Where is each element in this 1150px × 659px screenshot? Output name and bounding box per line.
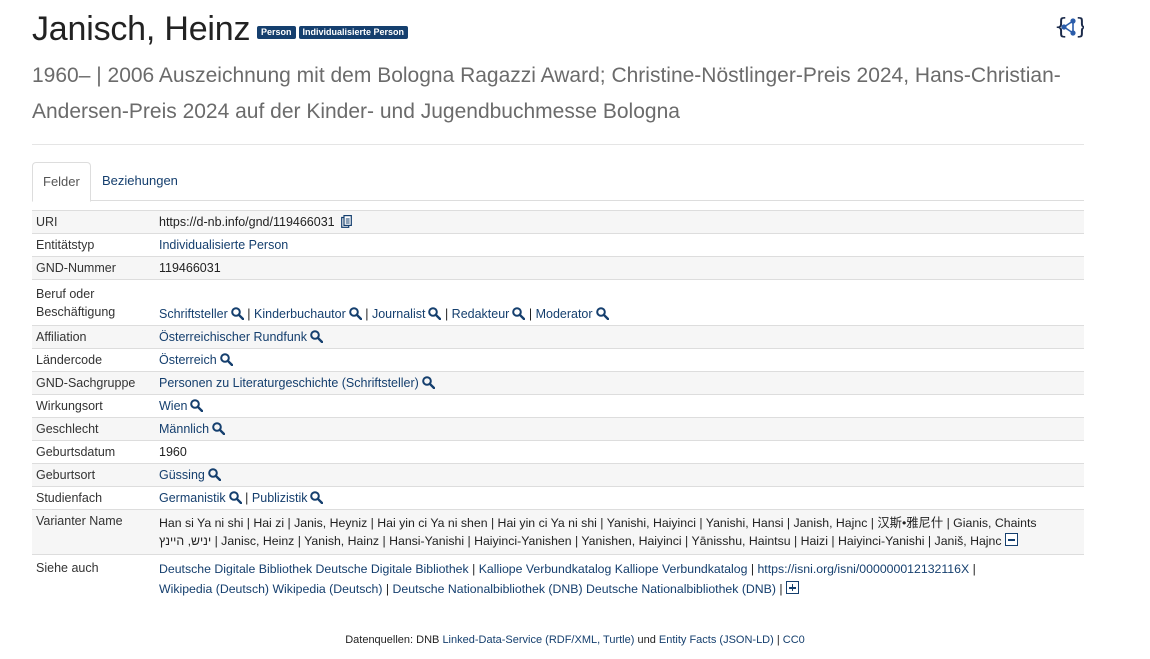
- link-ddb-label[interactable]: Deutsche Digitale Bibliothek: [159, 562, 312, 576]
- gnd-number-value: 119466031: [155, 256, 1084, 280]
- table-row: Beruf oder Beschäftigung Schriftsteller |…: [32, 279, 1084, 326]
- field-label: Siehe auch: [32, 554, 155, 603]
- page-title: Janisch, Heinz: [32, 10, 251, 48]
- geburtsdatum-value: 1960: [155, 440, 1084, 464]
- field-label: Wirkungsort: [32, 394, 155, 418]
- field-label: Beruf oder Beschäftigung: [32, 279, 155, 326]
- beruf-link-kinderbuchautor[interactable]: Kinderbuchautor: [254, 307, 346, 321]
- link-kalliope[interactable]: Kalliope Verbundkatalog: [615, 562, 748, 576]
- footer: Datenquellen: DNB Linked-Data-Service (R…: [345, 634, 805, 646]
- search-icon[interactable]: [230, 307, 244, 320]
- badge-group: Person Individualisierte Person: [257, 26, 409, 39]
- search-icon[interactable]: [428, 307, 442, 320]
- search-icon[interactable]: [228, 491, 242, 504]
- entity-type-link[interactable]: Individualisierte Person: [159, 238, 288, 252]
- field-label: Geburtsort: [32, 463, 155, 487]
- field-label: Studienfach: [32, 486, 155, 510]
- copy-icon[interactable]: [341, 215, 352, 228]
- country-link[interactable]: Österreich: [159, 353, 217, 367]
- footer-link-lds[interactable]: Linked-Data-Service: [442, 634, 542, 646]
- variant-names-line-2: יניש, היינץ | Janisc, Heinz | Yanish, Ha…: [159, 534, 1002, 548]
- link-wikipedia[interactable]: Wikipedia (Deutsch): [272, 582, 382, 596]
- search-icon[interactable]: [422, 376, 435, 389]
- field-label: Geschlecht: [32, 417, 155, 441]
- table-row: GND-Sachgruppe Personen zu Literaturgesc…: [32, 371, 1084, 395]
- field-label: Varianter Name: [32, 509, 155, 555]
- table-row: Affiliation Österreichischer Rundfunk: [32, 325, 1084, 349]
- tab-bar: Felder Beziehungen: [32, 162, 1084, 202]
- search-icon[interactable]: [190, 399, 204, 412]
- beruf-link-moderator[interactable]: Moderator: [536, 307, 593, 321]
- beruf-link-schriftsteller[interactable]: Schriftsteller: [159, 307, 228, 321]
- table-row: Entitätstyp Individualisierte Person: [32, 233, 1084, 257]
- tab-felder[interactable]: Felder: [32, 162, 91, 202]
- beruf-link-redakteur[interactable]: Redakteur: [452, 307, 510, 321]
- affiliation-link[interactable]: Österreichischer Rundfunk: [159, 330, 307, 344]
- wirkungsort-link[interactable]: Wien: [159, 399, 187, 413]
- geschlecht-link[interactable]: Männlich: [159, 422, 209, 436]
- field-label: Affiliation: [32, 325, 155, 349]
- table-row: Varianter Name Han si Ya ni shi | Hai zi…: [32, 509, 1084, 555]
- link-dnb-label[interactable]: Deutsche Nationalbibliothek (DNB): [393, 582, 583, 596]
- table-row: Geburtsort Güssing: [32, 463, 1084, 487]
- search-icon[interactable]: [595, 307, 609, 320]
- divider: [32, 144, 1084, 145]
- badge-person: Person: [257, 26, 296, 39]
- search-icon[interactable]: [348, 307, 362, 320]
- table-row: Geburtsdatum 1960: [32, 440, 1084, 464]
- page-subtitle: 1960– | 2006 Auszeichnung mit dem Bologn…: [32, 64, 1061, 123]
- field-value: https://d-nb.info/gnd/119466031: [155, 210, 1084, 234]
- table-row: Studienfach Germanistik | Publizistik: [32, 486, 1084, 510]
- field-label: Geburtsdatum: [32, 440, 155, 464]
- geburtsort-link[interactable]: Güssing: [159, 468, 205, 482]
- uri-value: https://d-nb.info/gnd/119466031: [159, 215, 335, 229]
- footer-link-cc0[interactable]: CC0: [783, 634, 805, 646]
- variant-names-line-1: Han si Ya ni shi | Hai zi | Janis, Heyni…: [159, 516, 1037, 530]
- search-icon[interactable]: [208, 468, 221, 481]
- beruf-link-journalist[interactable]: Journalist: [372, 307, 426, 321]
- search-icon[interactable]: [310, 330, 323, 343]
- search-icon[interactable]: [512, 307, 526, 320]
- footer-link-jsonld[interactable]: (JSON-LD): [719, 634, 773, 646]
- tab-beziehungen[interactable]: Beziehungen: [92, 162, 188, 200]
- field-label: Entitätstyp: [32, 233, 155, 257]
- field-label: Ländercode: [32, 348, 155, 372]
- link-isni[interactable]: https://isni.org/isni/000000012132116X: [757, 562, 969, 576]
- table-row: GND-Nummer 119466031: [32, 256, 1084, 280]
- link-ddb[interactable]: Deutsche Digitale Bibliothek: [316, 562, 469, 576]
- footer-link-rdf[interactable]: (RDF/XML,: [545, 634, 600, 646]
- footer-link-entity-facts[interactable]: Entity Facts: [659, 634, 716, 646]
- link-dnb[interactable]: Deutsche Nationalbibliothek (DNB): [586, 582, 776, 596]
- json-ld-graph-icon[interactable]: { }: [1054, 12, 1084, 42]
- fields-table: URI https://d-nb.info/gnd/119466031 Enti…: [32, 210, 1084, 603]
- table-row: Wirkungsort Wien: [32, 394, 1084, 418]
- table-row: URI https://d-nb.info/gnd/119466031: [32, 210, 1084, 234]
- table-row: Geschlecht Männlich: [32, 417, 1084, 441]
- search-icon[interactable]: [212, 422, 226, 435]
- search-icon[interactable]: [219, 353, 233, 366]
- title-row: Janisch, Heinz Person Individualisierte …: [32, 0, 1084, 56]
- link-kalliope-label[interactable]: Kalliope Verbundkatalog: [479, 562, 612, 576]
- page: Janisch, Heinz Person Individualisierte …: [32, 0, 1084, 603]
- table-row: Ländercode Österreich: [32, 348, 1084, 372]
- field-label: URI: [32, 210, 155, 234]
- field-label: GND-Nummer: [32, 256, 155, 280]
- collapse-toggle-icon[interactable]: [1004, 533, 1018, 546]
- expand-toggle-icon[interactable]: [785, 581, 799, 594]
- studienfach-link-publizistik[interactable]: Publizistik: [252, 491, 308, 505]
- table-row: Siehe auch Deutsche Digitale Bibliothek …: [32, 554, 1084, 603]
- svg-text:}: }: [1075, 15, 1084, 40]
- studienfach-link-germanistik[interactable]: Germanistik: [159, 491, 226, 505]
- footer-link-turtle[interactable]: Turtle): [603, 634, 634, 646]
- sachgruppe-link[interactable]: Personen zu Literaturgeschichte (Schrift…: [159, 376, 419, 390]
- link-wikipedia-label[interactable]: Wikipedia (Deutsch): [159, 582, 269, 596]
- field-label: GND-Sachgruppe: [32, 371, 155, 395]
- search-icon[interactable]: [310, 491, 324, 504]
- badge-individualized-person: Individualisierte Person: [298, 26, 409, 39]
